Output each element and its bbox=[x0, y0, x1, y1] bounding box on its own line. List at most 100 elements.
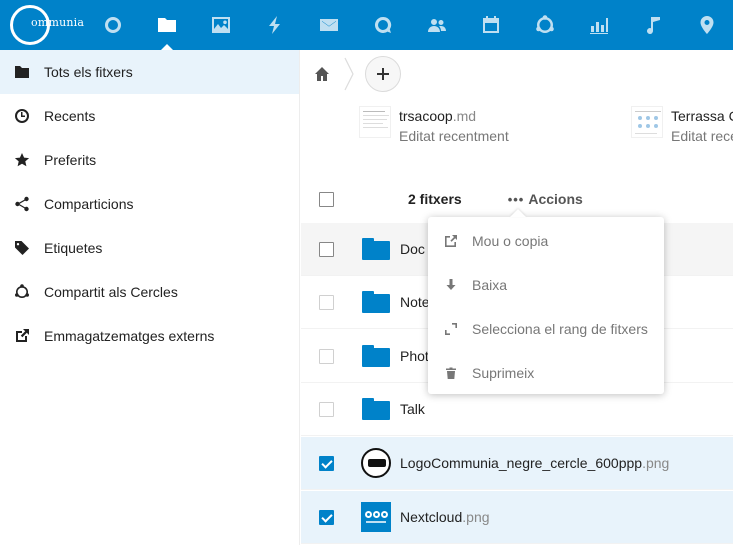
recent-file-name: Terrassa C bbox=[671, 108, 733, 124]
app-music[interactable] bbox=[626, 0, 680, 50]
row-checkbox[interactable] bbox=[319, 455, 334, 471]
breadcrumb bbox=[301, 50, 733, 98]
menu-delete[interactable]: Suprimeix bbox=[428, 351, 664, 395]
range-select-icon bbox=[444, 322, 458, 336]
folder-icon bbox=[360, 286, 392, 318]
actions-menu: Mou o copia Baixa Selecciona el rang de … bbox=[428, 217, 664, 394]
app-mail[interactable] bbox=[302, 0, 356, 50]
menu-label: Suprimeix bbox=[472, 365, 535, 381]
clock-icon bbox=[14, 108, 30, 124]
actions-label: Accions bbox=[528, 191, 583, 207]
top-header: ommunia bbox=[0, 0, 733, 50]
external-link-icon bbox=[14, 328, 30, 344]
file-name[interactable]: Doc bbox=[400, 241, 425, 257]
file-thumbnail bbox=[631, 106, 663, 138]
recent-file[interactable]: Terrassa C Editat recentment bbox=[631, 106, 733, 146]
folder-icon bbox=[360, 393, 392, 425]
new-file-button[interactable] bbox=[365, 56, 401, 92]
calendar-icon bbox=[483, 16, 499, 33]
folder-icon bbox=[360, 340, 392, 372]
breadcrumb-home[interactable] bbox=[301, 50, 343, 98]
nav-label: Recents bbox=[44, 108, 96, 124]
app-dashboard[interactable] bbox=[86, 0, 140, 50]
file-name[interactable]: Nextcloud.png bbox=[400, 509, 490, 525]
actions-button[interactable]: ••• Accions bbox=[508, 191, 583, 207]
music-icon bbox=[647, 17, 660, 35]
contacts-icon bbox=[428, 19, 446, 32]
nav-tags[interactable]: Etiquetes bbox=[0, 226, 299, 270]
nav-external-storage[interactable]: Emmagatzematges externs bbox=[0, 314, 299, 358]
app-navigation: Tots els fitxers Recents Preferits Compa… bbox=[0, 50, 300, 545]
image-icon bbox=[212, 17, 230, 33]
nav-label: Emmagatzematges externs bbox=[44, 328, 215, 344]
row-checkbox[interactable] bbox=[319, 241, 334, 257]
share-icon bbox=[14, 196, 30, 212]
circles-icon bbox=[536, 15, 554, 33]
map-pin-icon bbox=[700, 16, 714, 34]
nav-shares[interactable]: Comparticions bbox=[0, 182, 299, 226]
home-icon bbox=[315, 67, 329, 81]
folder-icon bbox=[14, 64, 30, 80]
app-photos[interactable] bbox=[194, 0, 248, 50]
recent-file-status: Editat recentment bbox=[671, 128, 733, 144]
nav-shared-circles[interactable]: Compartit als Cercles bbox=[0, 270, 299, 314]
row-checkbox[interactable] bbox=[319, 294, 334, 310]
file-row[interactable]: Nextcloud.png bbox=[301, 491, 733, 544]
plus-icon bbox=[377, 68, 389, 80]
trash-icon bbox=[444, 366, 458, 380]
recent-file-name: trsacoop.md bbox=[399, 108, 477, 124]
app-maps[interactable] bbox=[680, 0, 733, 50]
menu-download[interactable]: Baixa bbox=[428, 263, 664, 307]
tag-icon bbox=[14, 240, 30, 256]
menu-label: Mou o copia bbox=[472, 233, 549, 249]
external-link-icon bbox=[444, 234, 458, 248]
row-checkbox[interactable] bbox=[319, 348, 334, 364]
communia-logo[interactable]: ommunia bbox=[10, 5, 84, 45]
image-thumbnail bbox=[360, 447, 392, 479]
folder-icon bbox=[158, 18, 176, 32]
download-icon bbox=[444, 278, 458, 292]
dashboard-circle-icon bbox=[105, 17, 121, 33]
star-icon bbox=[14, 152, 30, 168]
talk-icon bbox=[374, 16, 392, 33]
app-talk[interactable] bbox=[356, 0, 410, 50]
circles-icon bbox=[14, 284, 30, 300]
nav-recent[interactable]: Recents bbox=[0, 94, 299, 138]
recent-file-status: Editat recentment bbox=[399, 128, 509, 144]
image-thumbnail bbox=[360, 501, 392, 533]
more-icon: ••• bbox=[507, 191, 525, 207]
nav-label: Etiquetes bbox=[44, 240, 103, 256]
file-name[interactable]: Note bbox=[400, 294, 430, 310]
menu-label: Selecciona el rang de fitxers bbox=[472, 321, 648, 337]
file-name[interactable]: Talk bbox=[400, 401, 425, 417]
nav-all-files[interactable]: Tots els fitxers bbox=[0, 50, 299, 94]
file-thumbnail bbox=[359, 106, 391, 138]
app-contacts[interactable] bbox=[410, 0, 464, 50]
nav-label: Comparticions bbox=[44, 196, 134, 212]
row-checkbox[interactable] bbox=[319, 401, 334, 417]
chart-icon bbox=[590, 18, 608, 34]
row-checkbox[interactable] bbox=[319, 509, 334, 525]
app-activity[interactable] bbox=[248, 0, 302, 50]
mail-icon bbox=[320, 19, 338, 31]
file-name[interactable]: LogoCommunia_negre_cercle_600ppp.png bbox=[400, 455, 669, 471]
menu-select-range[interactable]: Selecciona el rang de fitxers bbox=[428, 307, 664, 351]
app-files[interactable] bbox=[140, 0, 194, 50]
file-row[interactable]: LogoCommunia_negre_cercle_600ppp.png bbox=[301, 437, 733, 490]
app-circles[interactable] bbox=[518, 0, 572, 50]
breadcrumb-separator bbox=[343, 50, 355, 98]
nav-label: Tots els fitxers bbox=[44, 64, 133, 80]
app-calendar[interactable] bbox=[464, 0, 518, 50]
select-all-checkbox[interactable] bbox=[319, 191, 334, 207]
folder-icon bbox=[360, 233, 392, 265]
menu-label: Baixa bbox=[472, 277, 508, 293]
nav-favorites[interactable]: Preferits bbox=[0, 138, 299, 182]
nav-label: Compartit als Cercles bbox=[44, 284, 178, 300]
selection-count: 2 fitxers bbox=[408, 191, 462, 207]
app-analytics[interactable] bbox=[572, 0, 626, 50]
nav-label: Preferits bbox=[44, 152, 97, 168]
file-name[interactable]: Phot bbox=[400, 348, 429, 364]
menu-move-copy[interactable]: Mou o copia bbox=[428, 219, 664, 263]
logo-text: ommunia bbox=[31, 16, 85, 29]
recent-file[interactable]: trsacoop.md Editat recentment bbox=[359, 106, 509, 146]
